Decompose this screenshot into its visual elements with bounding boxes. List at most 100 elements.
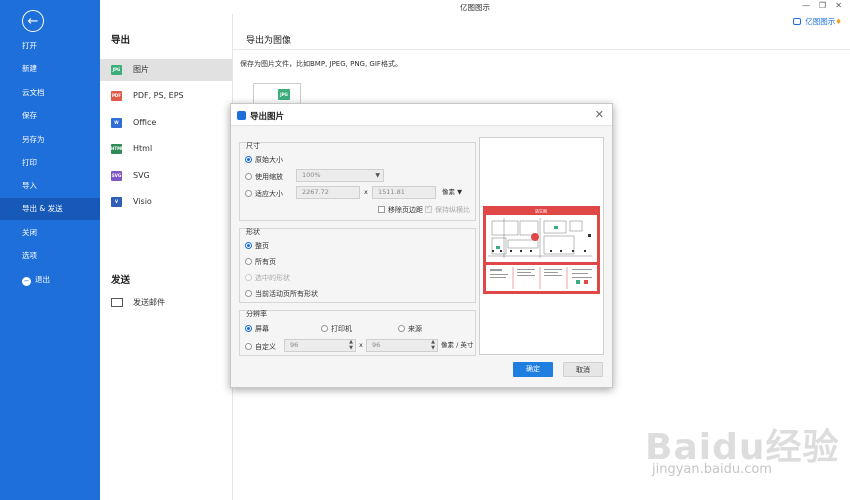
radio-whole-page[interactable]: 整页 (245, 241, 269, 251)
format-label: PDF, PS, EPS (133, 91, 184, 100)
zoom-select[interactable]: 100% ▼ (296, 169, 384, 182)
mail-icon (111, 298, 123, 307)
brand-link[interactable]: 亿图图示♦ (793, 16, 842, 27)
format-item-svg[interactable]: SVG SVG (100, 165, 232, 187)
ok-button[interactable]: 确定 (513, 362, 553, 377)
size-x-label: x (364, 188, 368, 196)
send-heading: 发送 (111, 275, 131, 286)
format-label: Html (133, 144, 153, 153)
radio-source[interactable]: 来源 (398, 324, 422, 334)
size-unit-select[interactable]: 像素 ▼ (442, 186, 462, 199)
sidebar-item-label: 退出 (35, 275, 50, 284)
radio-current-page-shapes[interactable]: 当前活动页所有形状 (245, 289, 318, 299)
visio-icon: V (111, 197, 122, 207)
format-item-pdf[interactable]: PDF PDF, PS, EPS (100, 85, 232, 107)
dpi-x-value: 96 (290, 341, 299, 349)
resolution-group: 分辨率 屏幕 打印机 来源 自定义 96 ▲ ▼ x 96 ▲ ▼ 像素 / 英寸 (239, 310, 476, 356)
restore-icon[interactable]: ❐ (819, 1, 826, 10)
export-image-dialog: 导出图片 ✕ 尺寸 原始大小 使用缩放 100% ▼ 适应大小 2267.72 x… (230, 103, 613, 388)
sidebar-item-open[interactable]: 打开 (0, 35, 100, 57)
radio-indicator (245, 343, 252, 350)
sidebar-item-cloud[interactable]: 云文档 (0, 82, 100, 104)
dpi-x-stepper[interactable]: 96 ▲ ▼ (284, 339, 356, 352)
window-close-icon[interactable]: ✕ (835, 1, 842, 10)
radio-label: 打印机 (331, 325, 352, 333)
sidebar-item-import[interactable]: 导入 (0, 175, 100, 197)
format-item-image[interactable]: JPG 图片 (100, 59, 232, 81)
sidebar-item-label: 新建 (22, 64, 37, 73)
format-label: SVG (133, 171, 150, 180)
minimize-icon[interactable]: — (802, 1, 810, 10)
format-label: 图片 (133, 65, 149, 74)
html-icon: HTML (111, 144, 124, 154)
radio-indicator (321, 325, 328, 332)
dpi-y-value: 96 (372, 341, 381, 349)
svg-icon: SVG (111, 171, 122, 181)
format-item-html[interactable]: HTML Html (100, 138, 232, 160)
size-unit-value: 像素 (442, 188, 455, 196)
export-image-tile[interactable]: JPG (253, 83, 301, 105)
sidebar-item-label: 打开 (22, 41, 37, 50)
spinner-arrows-icon[interactable]: ▲ ▼ (431, 339, 435, 351)
resolution-x-label: x (359, 341, 363, 349)
sidebar-item-save[interactable]: 保存 (0, 105, 100, 127)
word-icon: W (111, 118, 122, 128)
radio-label: 当前活动页所有形状 (255, 290, 318, 298)
sidebar-item-new[interactable]: 新建 (0, 58, 100, 80)
format-label: Visio (133, 197, 152, 206)
radio-indicator (245, 325, 252, 332)
radio-indicator (245, 190, 252, 197)
checkbox-keep-ratio[interactable]: 保持纵横比 (425, 204, 470, 215)
radio-all-pages[interactable]: 所有页 (245, 257, 276, 267)
left-sidebar: ← 打开 新建 云文档 保存 另存为 打印 导入 导出 & 发送 关闭 选项 −… (0, 0, 100, 500)
height-input[interactable]: 1511.81 (372, 186, 436, 199)
sidebar-item-label: 另存为 (22, 135, 45, 144)
chat-icon[interactable] (793, 18, 802, 25)
shape-group-label: 形状 (246, 228, 260, 236)
jpg-icon: JPG (111, 65, 122, 75)
preview-banner: 逃生图 (535, 208, 547, 214)
radio-use-zoom[interactable]: 使用缩放 (245, 172, 283, 182)
format-item-visio[interactable]: V Visio (100, 191, 232, 213)
format-label: Office (133, 118, 157, 127)
sidebar-item-options[interactable]: 选项 (0, 245, 100, 267)
radio-fit-size[interactable]: 适应大小 (245, 189, 283, 199)
sidebar-item-label: 打印 (22, 158, 37, 167)
dialog-title: 导出图片 (250, 112, 285, 122)
dialog-header: 导出图片 ✕ (231, 104, 612, 126)
shape-group: 形状 整页 所有页 选中的形状 当前活动页所有形状 (239, 228, 476, 303)
zoom-value: 100% (302, 171, 321, 179)
send-mail-item[interactable]: 发送邮件 (100, 292, 232, 314)
sidebar-item-export-send[interactable]: 导出 & 发送 (0, 198, 100, 220)
content-description: 保存为图片文件，比如BMP, JPEG, PNG, GIF格式。 (240, 60, 402, 68)
dpi-y-stepper[interactable]: 96 ▲ ▼ (366, 339, 438, 352)
radio-label: 整页 (255, 242, 269, 250)
radio-original-size[interactable]: 原始大小 (245, 155, 283, 165)
chevron-down-icon: ▼ (457, 188, 463, 196)
radio-custom[interactable]: 自定义 (245, 342, 276, 352)
radio-selected-shapes[interactable]: 选中的形状 (245, 273, 290, 283)
sidebar-item-label: 导入 (22, 181, 37, 190)
sidebar-item-close[interactable]: 关闭 (0, 222, 100, 244)
sidebar-item-print[interactable]: 打印 (0, 152, 100, 174)
width-value: 2267.72 (302, 188, 329, 196)
format-item-office[interactable]: W Office (100, 112, 232, 134)
title-bar: 亿图图示 — ❐ ✕ (100, 0, 850, 14)
radio-indicator (398, 325, 405, 332)
radio-label: 适应大小 (255, 190, 283, 198)
back-arrow-icon[interactable]: ← (22, 10, 44, 32)
content-divider (233, 49, 850, 50)
radio-printer[interactable]: 打印机 (321, 324, 352, 334)
close-icon[interactable]: ✕ (595, 108, 604, 121)
checkbox-remove-margin[interactable]: 移除页边距 (378, 205, 423, 215)
sidebar-item-save-as[interactable]: 另存为 (0, 129, 100, 151)
spinner-arrows-icon[interactable]: ▲ ▼ (349, 339, 353, 351)
brand-label: 亿图图示 (805, 17, 836, 26)
sidebar-item-label: 导出 & 发送 (22, 204, 63, 213)
width-input[interactable]: 2267.72 (296, 186, 360, 199)
radio-label: 自定义 (255, 343, 276, 351)
sidebar-item-exit[interactable]: − 退出 (0, 269, 100, 291)
cancel-button[interactable]: 取消 (563, 362, 603, 377)
radio-screen[interactable]: 屏幕 (245, 324, 269, 334)
export-preview: 逃生图 (479, 137, 604, 355)
